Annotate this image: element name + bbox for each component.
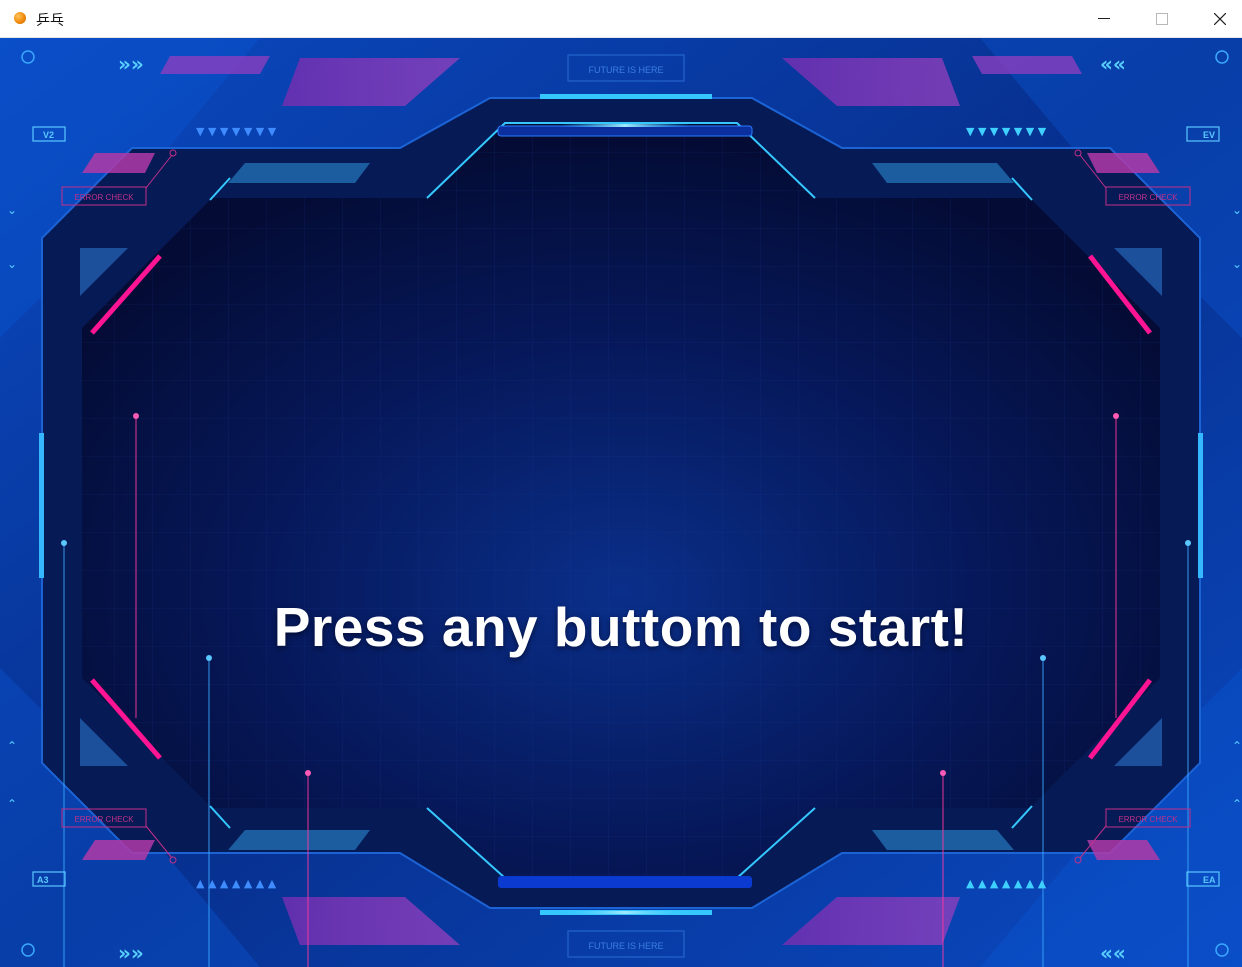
chevron-right-icon: »» — [118, 52, 144, 76]
svg-text:⌄: ⌄ — [1232, 257, 1242, 271]
svg-text:⌄: ⌄ — [7, 257, 17, 271]
error-label-bottom-left: ERROR CHECK — [74, 815, 134, 824]
close-button[interactable] — [1197, 0, 1242, 38]
chevron-left-icon: «« — [1100, 52, 1126, 76]
error-label-bottom-right: ERROR CHECK — [1118, 815, 1178, 824]
maximize-button[interactable] — [1139, 0, 1185, 38]
game-window: 乒乓 »» «« »» «« ▼ ▼ ▼ ▼ ▼ ▼ ▼ ▼ ▼ ▼ ▼ ▼ ▼… — [0, 0, 1242, 967]
window-title: 乒乓 — [36, 12, 64, 28]
svg-text:▼ ▼ ▼ ▼ ▼ ▼ ▼: ▼ ▼ ▼ ▼ ▼ ▼ ▼ — [196, 125, 277, 138]
future-label-top: FUTURE IS HERE — [588, 65, 663, 75]
chevron-left-icon: «« — [1100, 941, 1126, 965]
tag-top-left: V2 — [43, 130, 54, 140]
svg-text:⌃: ⌃ — [1232, 797, 1242, 811]
svg-text:⌃: ⌃ — [7, 739, 17, 753]
svg-text:⌃: ⌃ — [1232, 739, 1242, 753]
hud-frame-art: »» «« »» «« ▼ ▼ ▼ ▼ ▼ ▼ ▼ ▼ ▼ ▼ ▼ ▼ ▼ ▼ … — [0, 38, 1242, 967]
future-label-bottom: FUTURE IS HERE — [588, 941, 663, 951]
game-canvas[interactable]: »» «« »» «« ▼ ▼ ▼ ▼ ▼ ▼ ▼ ▼ ▼ ▼ ▼ ▼ ▼ ▼ … — [0, 38, 1242, 967]
svg-text:⌃: ⌃ — [7, 797, 17, 811]
chevron-right-icon: »» — [118, 941, 144, 965]
orange-ball-icon — [14, 12, 26, 24]
start-prompt: Press any buttom to start! — [273, 596, 969, 658]
error-label-top-right: ERROR CHECK — [1118, 193, 1178, 202]
svg-text:▼ ▼ ▼ ▼ ▼ ▼ ▼: ▼ ▼ ▼ ▼ ▼ ▼ ▼ — [966, 125, 1047, 138]
svg-text:▲ ▲ ▲ ▲ ▲ ▲ ▲: ▲ ▲ ▲ ▲ ▲ ▲ ▲ — [966, 877, 1047, 890]
close-icon — [1214, 13, 1226, 25]
tag-bottom-right: EA — [1203, 875, 1216, 885]
svg-text:⌄: ⌄ — [1232, 203, 1242, 217]
svg-text:⌄: ⌄ — [7, 203, 17, 217]
minimize-button[interactable] — [1081, 0, 1127, 38]
title-bar: 乒乓 — [0, 0, 1242, 38]
tag-bottom-left: A3 — [37, 875, 49, 885]
svg-text:▲ ▲ ▲ ▲ ▲ ▲ ▲: ▲ ▲ ▲ ▲ ▲ ▲ ▲ — [196, 877, 277, 890]
error-label-top-left: ERROR CHECK — [74, 193, 134, 202]
tag-top-right: EV — [1203, 130, 1215, 140]
